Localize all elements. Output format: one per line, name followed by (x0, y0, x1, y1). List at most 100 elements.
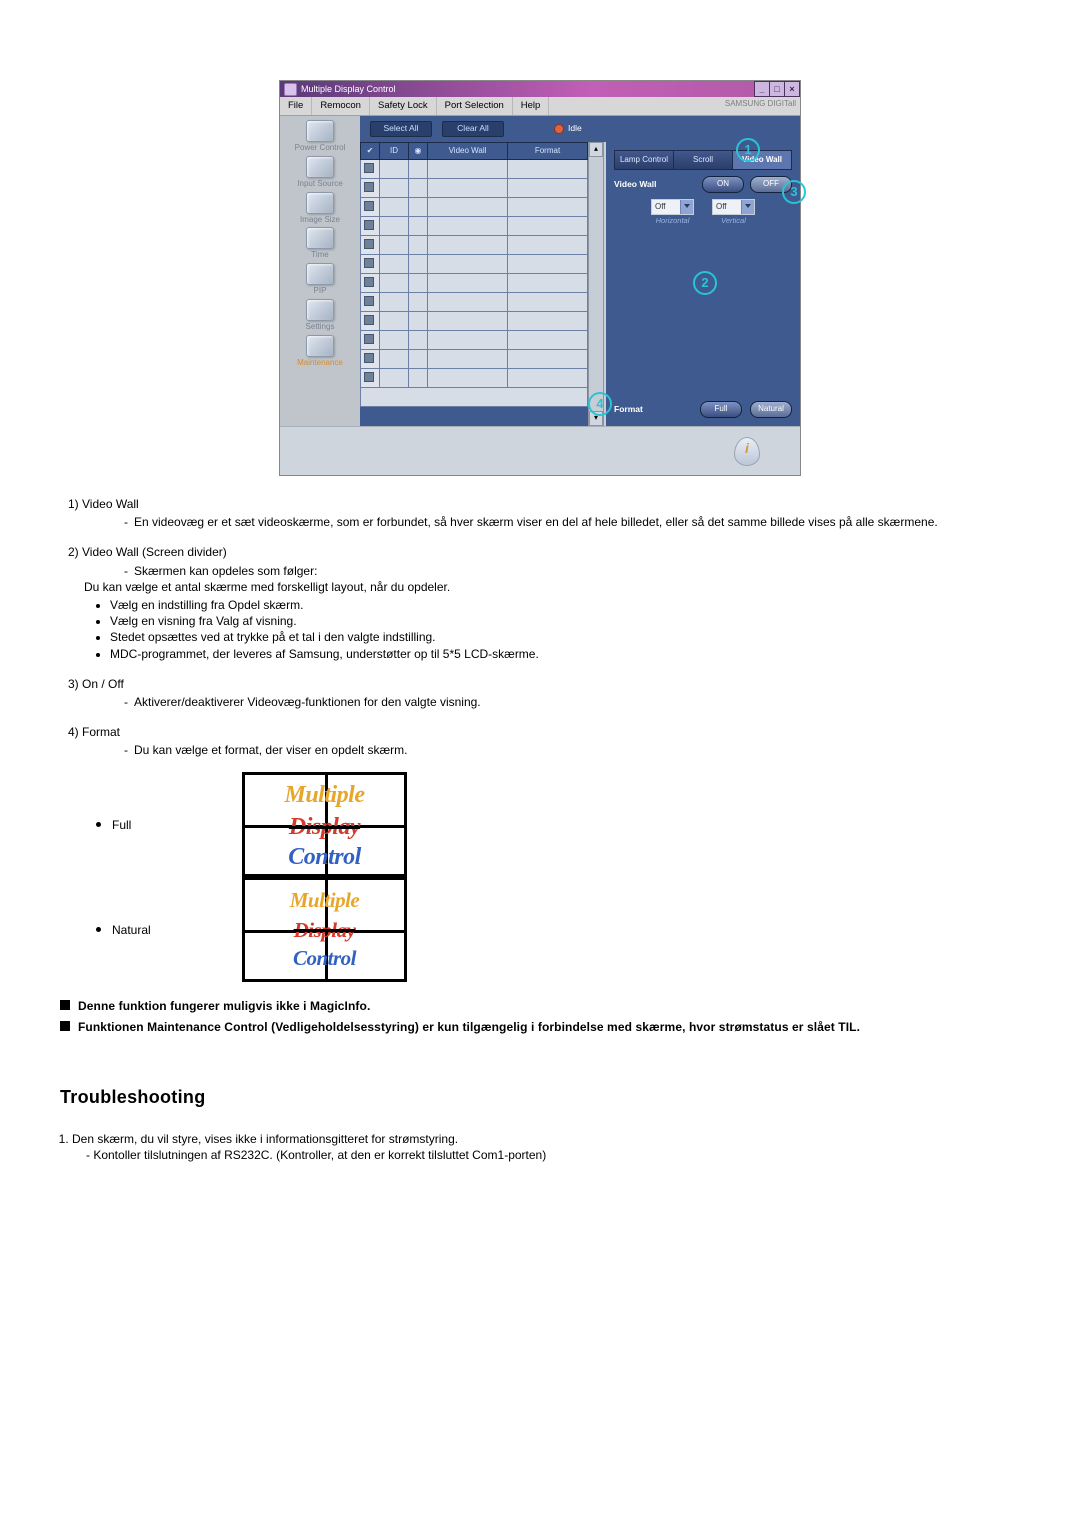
time-icon (306, 227, 334, 249)
info-icon: i (734, 437, 760, 466)
video-wall-label: Video Wall (614, 179, 657, 190)
callout-2: 2 (693, 271, 717, 295)
sidebar-label: Settings (306, 322, 335, 331)
table-row[interactable] (361, 312, 588, 331)
close-button[interactable]: × (784, 81, 800, 97)
table-row[interactable] (361, 369, 588, 388)
table-row[interactable] (361, 198, 588, 217)
table-row[interactable] (361, 293, 588, 312)
sidebar-label: Maintenance (297, 358, 343, 367)
toolbar-top: Select All Clear All Idle (360, 116, 800, 142)
menu-help[interactable]: Help (513, 97, 550, 115)
item-desc: Skærmen kan opdeles som følger: (124, 563, 1020, 579)
menu-remocon[interactable]: Remocon (312, 97, 370, 115)
select-all-button[interactable]: Select All (370, 121, 432, 137)
sidebar-item-image-size[interactable]: Image Size (284, 192, 356, 226)
note-item: Denne funktion fungerer muligvis ikke i … (60, 998, 1020, 1014)
thumb-line-3: Control (245, 841, 404, 873)
sidebar-item-time[interactable]: Time (284, 227, 356, 261)
vertical-dropdown[interactable]: Off (712, 199, 755, 215)
format-natural-label: Natural (90, 877, 242, 982)
table-row[interactable] (361, 179, 588, 198)
vertical-value: Off (716, 202, 727, 213)
list-item: 2) Video Wall (Screen divider) Skærmen k… (68, 544, 1020, 661)
callout-4: 4 (588, 392, 612, 416)
ts-item-detail: - Kontoller tilslutningen af RS232C. (Ko… (86, 1147, 1020, 1163)
col-check[interactable]: ✔ (361, 143, 380, 160)
tab-lamp-control[interactable]: Lamp Control (614, 150, 674, 170)
vertical-scrollbar[interactable]: ▴ ▾ (588, 142, 604, 426)
bullet-item: Stedet opsættes ved at trykke på et tal … (110, 629, 1020, 645)
vertical-label: Vertical (712, 216, 755, 226)
sidebar-item-maintenance[interactable]: Maintenance (284, 335, 356, 369)
table-row[interactable] (361, 331, 588, 350)
menu-safety-lock[interactable]: Safety Lock (370, 97, 437, 115)
horizontal-dropdown[interactable]: Off (651, 199, 694, 215)
troubleshooting-list: Den skærm, du vil styre, vises ikke i in… (72, 1131, 1020, 1163)
ts-item-text: Den skærm, du vil styre, vises ikke i in… (72, 1132, 458, 1146)
natural-button[interactable]: Natural (750, 401, 792, 418)
brand-label: SAMSUNG DIGITall (725, 99, 796, 110)
list-item: 1) Video Wall En videovæg er et sæt vide… (68, 496, 1020, 530)
settings-icon (306, 299, 334, 321)
table-row[interactable] (361, 217, 588, 236)
item-title: On / Off (82, 677, 124, 691)
thumb-line-2: Display (289, 814, 360, 840)
thumb-line-3: Control (245, 944, 404, 972)
power-control-icon (306, 120, 334, 142)
feature-list: 1) Video Wall En videovæg er et sæt vide… (60, 496, 1020, 758)
image-size-icon (306, 192, 334, 214)
titlebar: Multiple Display Control _ □ × (280, 81, 800, 97)
col-format[interactable]: Format (508, 143, 588, 160)
col-sel[interactable]: ◉ (409, 143, 428, 160)
item-title: Video Wall (82, 497, 139, 511)
item-number: 3) (68, 677, 79, 691)
callout-1: 1 (736, 138, 760, 162)
list-item: 4) Format Du kan vælge et format, der vi… (68, 724, 1020, 758)
menu-file[interactable]: File (280, 97, 312, 115)
status-idle: Idle (554, 123, 582, 134)
thumb-full: Multiple Display Control (242, 772, 407, 877)
sidebar: Power Control Input Source Image Size Ti… (280, 116, 360, 426)
bullet-item: Vælg en visning fra Valg af visning. (110, 613, 1020, 629)
on-button[interactable]: ON (702, 176, 744, 193)
menu-port-selection[interactable]: Port Selection (437, 97, 513, 115)
table-row[interactable] (361, 160, 588, 179)
sidebar-item-pip[interactable]: PIP (284, 263, 356, 297)
item-title: Format (82, 725, 120, 739)
scroll-up-button[interactable]: ▴ (589, 142, 603, 157)
app-window: Multiple Display Control _ □ × File Remo… (279, 80, 801, 476)
sidebar-item-power-control[interactable]: Power Control (284, 120, 356, 154)
status-dot-icon (554, 124, 564, 134)
horizontal-label: Horizontal (651, 216, 694, 226)
horizontal-value: Off (655, 202, 666, 213)
tab-scroll[interactable]: Scroll (673, 150, 733, 170)
ts-item: Den skærm, du vil styre, vises ikke i in… (72, 1131, 1020, 1163)
format-examples-table: Full Multiple Display Control Natural Mu… (90, 772, 407, 982)
format-full-label: Full (90, 772, 242, 877)
sidebar-item-input-source[interactable]: Input Source (284, 156, 356, 190)
sidebar-label: PIP (314, 286, 327, 295)
thumb-line-1: Multiple (245, 779, 404, 811)
bullet-item: MDC-programmet, der leveres af Samsung, … (110, 646, 1020, 662)
col-video-wall[interactable]: Video Wall (428, 143, 508, 160)
clear-all-button[interactable]: Clear All (442, 121, 504, 137)
scroll-track[interactable] (589, 157, 603, 411)
thumb-line-1: Multiple (245, 886, 404, 914)
maximize-button[interactable]: □ (769, 81, 785, 97)
item-plain-text: Du kan vælge et antal skærme med forskel… (84, 579, 1020, 595)
table-row[interactable] (361, 255, 588, 274)
troubleshooting-header: Troubleshooting (60, 1085, 1020, 1109)
col-id[interactable]: ID (380, 143, 409, 160)
table-row[interactable] (361, 236, 588, 255)
maintenance-icon (306, 335, 334, 357)
pip-icon (306, 263, 334, 285)
minimize-button[interactable]: _ (754, 81, 770, 97)
right-panel: 1 3 Lamp Control Scroll Video Wall Video… (606, 142, 800, 426)
item-desc: Aktiverer/deaktiverer Videovæg-funktione… (124, 694, 1020, 710)
status-idle-label: Idle (568, 123, 582, 134)
table-row[interactable] (361, 274, 588, 293)
table-row[interactable] (361, 350, 588, 369)
sidebar-item-settings[interactable]: Settings (284, 299, 356, 333)
full-button[interactable]: Full (700, 401, 742, 418)
